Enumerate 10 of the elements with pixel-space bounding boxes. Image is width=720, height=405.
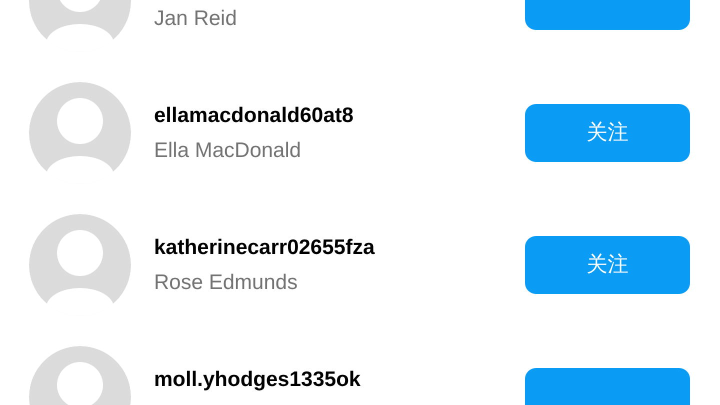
avatar-icon bbox=[29, 82, 131, 184]
follow-button[interactable]: 关注 bbox=[525, 104, 690, 162]
avatar-icon bbox=[29, 214, 131, 316]
follow-button[interactable]: 关注 bbox=[525, 236, 690, 294]
display-name: Rose Edmunds bbox=[154, 270, 298, 296]
display-name: Jan Reid bbox=[154, 6, 237, 32]
username: ellamacdonald60at8 bbox=[154, 102, 354, 129]
username: katherinecarr02655fza bbox=[154, 234, 375, 261]
username: moll.yhodges1335ok bbox=[154, 366, 361, 393]
display-name: Ella MacDonald bbox=[154, 138, 302, 164]
